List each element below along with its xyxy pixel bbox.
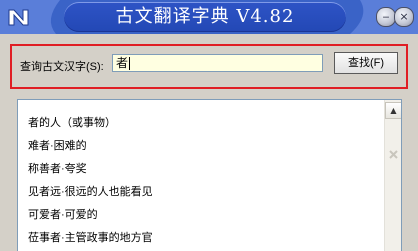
title-bar[interactable]: 古文翻译字典 V4.82 ‒ ×: [0, 0, 418, 34]
title-pill: 古文翻译字典 V4.82: [64, 2, 346, 32]
list-item[interactable]: 难者·困难的: [28, 137, 368, 160]
scroll-grip-icon: [389, 150, 398, 159]
close-icon: ×: [399, 10, 409, 23]
close-button[interactable]: ×: [394, 7, 414, 27]
minimize-icon: ‒: [382, 10, 390, 23]
query-input-value: 者: [116, 56, 129, 70]
find-button[interactable]: 查找(F): [334, 52, 398, 74]
arrow-up-icon: ▲: [390, 106, 397, 115]
scroll-up-button[interactable]: ▲: [385, 102, 401, 119]
minimize-button[interactable]: ‒: [376, 7, 396, 27]
text-caret: [129, 57, 131, 71]
query-label: 查询古文汉字(S):: [20, 61, 104, 73]
query-input[interactable]: 者: [112, 54, 323, 72]
window-title: 古文翻译字典 V4.82: [115, 6, 295, 27]
result-list-box[interactable]: 者的人（或事物） 难者·困难的 称善者·夸奖 见者远·很远的人也能看见 可爱者·…: [17, 99, 402, 251]
query-group: 查询古文汉字(S): 者 查找(F): [10, 44, 408, 89]
list-item[interactable]: 见者远·很远的人也能看见: [28, 183, 368, 206]
result-list: 者的人（或事物） 难者·困难的 称善者·夸奖 见者远·很远的人也能看见 可爱者·…: [28, 114, 368, 251]
vertical-scrollbar[interactable]: ▲: [384, 100, 401, 251]
list-item[interactable]: 称善者·夸奖: [28, 160, 368, 183]
list-item[interactable]: 者的人（或事物）: [28, 114, 368, 137]
list-item[interactable]: 可爱者·可爱的: [28, 206, 368, 229]
scroll-thumb[interactable]: [387, 146, 400, 168]
main-window: 古文翻译字典 V4.82 ‒ × 查询古文汉字(S): 者 查找(F) 者的人（…: [0, 0, 418, 251]
app-logo-icon[interactable]: [6, 6, 32, 28]
list-item[interactable]: 莅事者·主管政事的地方官: [28, 229, 368, 251]
